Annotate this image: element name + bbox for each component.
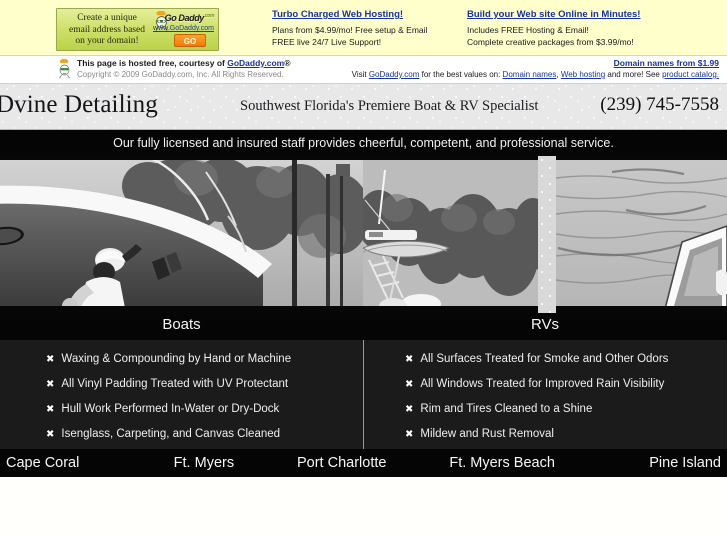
bullet-x-icon: ✖ <box>46 354 55 365</box>
list-item: ✖ Rim and Tires Cleaned to a Shine <box>363 397 727 422</box>
web-hosting-link[interactable]: Web hosting <box>561 70 605 79</box>
godaddy-promo-column-hosting: Turbo Charged Web Hosting! Plans from $4… <box>272 9 427 48</box>
visit-prefix: Visit <box>351 70 369 79</box>
bullet-x-icon: ✖ <box>46 379 55 390</box>
hosted-godaddy-link[interactable]: GoDaddy.com <box>227 58 284 68</box>
godaddy-hosted-notice-bar: This page is hosted free, courtesy of Go… <box>0 55 727 83</box>
godaddy-promo-sitebuilder-line-2: Complete creative packages from $3.99/mo… <box>467 37 634 47</box>
product-catalog-link[interactable]: product catalog. <box>662 70 719 79</box>
photo-boat-on-water <box>556 156 727 313</box>
visit-godaddy-link[interactable]: GoDaddy.com <box>369 70 420 79</box>
godaddy-visit-line: Visit GoDaddy.com for the best values on… <box>352 70 719 79</box>
category-label-boats: Boats <box>162 316 201 333</box>
service-text: All Vinyl Padding Treated with UV Protec… <box>61 378 289 390</box>
godaddy-promo-column-sitebuilder: Build your Web site Online in Minutes! I… <box>467 9 640 48</box>
nav-item-port-charlotte[interactable]: Port Charlotte <box>266 455 418 471</box>
bullet-x-icon: ✖ <box>46 404 55 415</box>
godaddy-chef-small-icon <box>57 58 73 79</box>
page-footer-blank <box>0 477 727 534</box>
bullet-x-icon: ✖ <box>405 404 414 415</box>
service-promise-bar: Our fully licensed and insured staff pro… <box>0 130 727 156</box>
page-title: Dvine Detailing <box>0 91 158 118</box>
godaddy-ad-line-3: on your domain! <box>75 36 139 46</box>
phone-number[interactable]: (239) 745-7558 <box>600 94 719 116</box>
service-text: Mildew and Rust Removal <box>420 428 554 440</box>
services-list-rvs: ✖ All Surfaces Treated for Smoke and Oth… <box>363 340 727 449</box>
service-text: All Surfaces Treated for Smoke and Other… <box>420 353 669 365</box>
godaddy-logo: Go Daddy.com www.GoDaddy.com <box>150 11 214 33</box>
list-item: ✖ All Vinyl Padding Treated with UV Prot… <box>0 372 363 397</box>
hosted-suffix: ® <box>284 58 291 68</box>
list-item: ✖ All Surfaces Treated for Smoke and Oth… <box>363 347 727 372</box>
bullet-x-icon: ✖ <box>405 379 414 390</box>
photo-boat-detailing <box>0 156 363 313</box>
photo-strip-gap <box>538 156 556 313</box>
godaddy-promo-heading-sitebuilder[interactable]: Build your Web site Online in Minutes! <box>467 9 640 20</box>
site-tagline: Southwest Florida's Premiere Boat & RV S… <box>240 98 539 114</box>
service-text: Hull Work Performed In-Water or Dry-Dock <box>61 403 280 415</box>
godaddy-logo-url[interactable]: www.GoDaddy.com <box>150 24 214 33</box>
godaddy-ad-copy: Create a unique email address based on y… <box>61 13 153 48</box>
godaddy-hosted-line: This page is hosted free, courtesy of Go… <box>77 58 290 68</box>
category-label-bar: Boats RVs <box>0 313 727 340</box>
service-text: Waxing & Compounding by Hand or Machine <box>61 353 292 365</box>
nav-item-cape-coral[interactable]: Cape Coral <box>0 455 142 471</box>
godaddy-ad-banner-area: Create a unique email address based on y… <box>0 0 727 55</box>
bullet-x-icon: ✖ <box>405 429 414 440</box>
nav-item-pine-island[interactable]: Pine Island <box>586 455 727 471</box>
list-item: ✖ Waxing & Compounding by Hand or Machin… <box>0 347 363 372</box>
godaddy-domain-price-promo: Domain names from $1.99 <box>614 58 719 68</box>
service-text: All Windows Treated for Improved Rain Vi… <box>420 378 665 390</box>
godaddy-email-ad[interactable]: Create a unique email address based on y… <box>56 8 219 51</box>
godaddy-copyright: Copyright © 2009 GoDaddy.com, Inc. All R… <box>77 70 284 79</box>
godaddy-ad-line-2: email address based <box>69 24 145 35</box>
visit-mid-2: and more! See <box>605 70 663 79</box>
service-text: Isenglass, Carpeting, and Canvas Cleaned <box>61 428 281 440</box>
bullet-x-icon: ✖ <box>405 354 414 365</box>
services-list-boats: ✖ Waxing & Compounding by Hand or Machin… <box>0 340 363 449</box>
godaddy-promo-sitebuilder-line-1: Includes FREE Hosting & Email! <box>467 25 589 35</box>
visit-mid: for the best values on: <box>419 70 503 79</box>
godaddy-promo-hosting-line-2: FREE live 24/7 Live Support! <box>272 37 382 47</box>
city-navigation-bar: Cape Coral Ft. Myers Port Charlotte Ft. … <box>0 449 727 477</box>
services-section: ✖ Waxing & Compounding by Hand or Machin… <box>0 340 727 449</box>
category-label-rvs: RVs <box>530 316 560 333</box>
site-header: Dvine Detailing Southwest Florida's Prem… <box>0 83 727 130</box>
list-item: ✖ All Windows Treated for Improved Rain … <box>363 372 727 397</box>
photo-rv-boat-trailer <box>363 156 538 313</box>
godaddy-logo-wordmark: Go Daddy.com <box>164 13 215 23</box>
domain-names-link[interactable]: Domain names <box>503 70 557 79</box>
domain-names-price-link[interactable]: Domain names from $1.99 <box>614 58 719 68</box>
godaddy-promo-hosting-line-1: Plans from $4.99/mo! Free setup & Email <box>272 25 428 35</box>
godaddy-logo-tld: .com <box>203 13 214 19</box>
photo-strip <box>0 156 727 313</box>
nav-item-ft-myers[interactable]: Ft. Myers <box>142 455 265 471</box>
service-text: Rim and Tires Cleaned to a Shine <box>420 403 593 415</box>
list-item: ✖ Isenglass, Carpeting, and Canvas Clean… <box>0 422 363 447</box>
godaddy-go-button[interactable]: GO <box>174 34 206 47</box>
godaddy-promo-heading-hosting[interactable]: Turbo Charged Web Hosting! <box>272 9 427 20</box>
godaddy-ad-line-1: Create a unique <box>77 13 137 23</box>
hosted-prefix: This page is hosted free, courtesy of <box>77 58 228 68</box>
nav-item-ft-myers-beach[interactable]: Ft. Myers Beach <box>418 455 586 471</box>
bullet-x-icon: ✖ <box>46 429 55 440</box>
list-item: ✖ Mildew and Rust Removal <box>363 422 727 447</box>
list-item: ✖ Hull Work Performed In-Water or Dry-Do… <box>0 397 363 422</box>
